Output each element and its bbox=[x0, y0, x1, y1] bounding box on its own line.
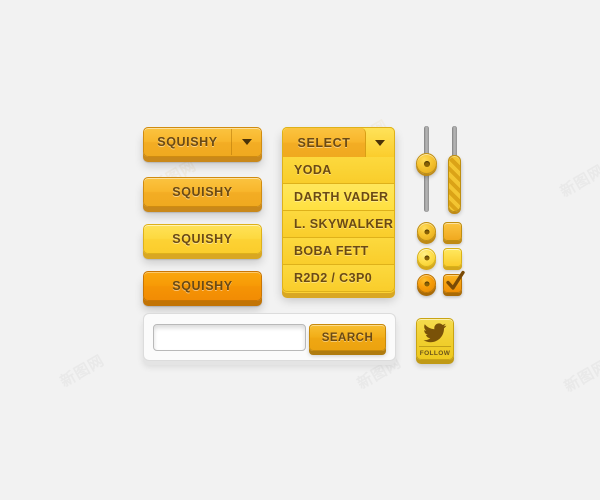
watermark: 新图网 bbox=[556, 161, 600, 201]
follow-label: FOLLOW bbox=[419, 350, 451, 357]
select-option-r2d2-c3p0[interactable]: R2D2 / C3P0 bbox=[282, 265, 395, 292]
checkbox-2[interactable] bbox=[443, 248, 462, 267]
select-option-l-skywalker[interactable]: L. SKYWALKER bbox=[282, 211, 395, 238]
search-button-label: SEARCH bbox=[321, 331, 374, 344]
squishy-button-2-label: SQUISHY bbox=[172, 185, 233, 199]
select-option-boba-fett[interactable]: BOBA FETT bbox=[282, 238, 395, 265]
select-option-label: R2D2 / C3P0 bbox=[294, 271, 373, 285]
radio-button-1[interactable] bbox=[417, 222, 436, 241]
watermark: 新图网 bbox=[56, 351, 108, 391]
squishy-button-4[interactable]: SQUISHY bbox=[143, 271, 262, 301]
checkbox-1[interactable] bbox=[443, 222, 462, 241]
search-button[interactable]: SEARCH bbox=[309, 324, 386, 351]
ui-kit-canvas: 新图网 新图网 新图网 新图网 新图网 新图网 新图网 新图网 SQUISHY … bbox=[0, 0, 600, 500]
select-option-label: DARTH VADER bbox=[294, 190, 389, 204]
radio-button-2[interactable] bbox=[417, 248, 436, 267]
search-input[interactable] bbox=[153, 324, 306, 351]
checkbox-3[interactable] bbox=[443, 270, 465, 293]
slider-fill-handle[interactable] bbox=[448, 155, 461, 212]
squishy-button-3[interactable]: SQUISHY bbox=[143, 224, 262, 254]
slider-knob-handle[interactable] bbox=[416, 153, 437, 174]
select-option-yoda[interactable]: YODA bbox=[282, 157, 395, 184]
squishy-button-4-label: SQUISHY bbox=[172, 279, 233, 293]
twitter-bird-icon bbox=[417, 320, 453, 346]
chevron-down-icon[interactable] bbox=[365, 128, 394, 157]
follow-button[interactable]: FOLLOW bbox=[416, 318, 454, 360]
radio-button-3[interactable] bbox=[417, 274, 436, 293]
select-dropdown: SELECT YODA DARTH VADER L. SKYWALKER BOB… bbox=[282, 127, 395, 292]
check-mark-icon bbox=[446, 270, 465, 290]
select-option-label: BOBA FETT bbox=[294, 244, 369, 258]
squishy-dropdown-button[interactable]: SQUISHY bbox=[143, 127, 262, 157]
watermark: 新图网 bbox=[560, 356, 600, 396]
chevron-down-icon[interactable] bbox=[232, 128, 261, 156]
squishy-button-2[interactable]: SQUISHY bbox=[143, 177, 262, 207]
squishy-button-3-label: SQUISHY bbox=[172, 232, 233, 246]
select-header-label: SELECT bbox=[283, 128, 366, 157]
select-option-darth-vader[interactable]: DARTH VADER bbox=[282, 184, 395, 211]
select-option-label: L. SKYWALKER bbox=[294, 217, 394, 231]
select-header[interactable]: SELECT bbox=[282, 127, 395, 157]
squishy-dropdown-label: SQUISHY bbox=[157, 135, 218, 149]
search-panel: SEARCH bbox=[143, 313, 396, 361]
select-option-label: YODA bbox=[294, 163, 332, 177]
